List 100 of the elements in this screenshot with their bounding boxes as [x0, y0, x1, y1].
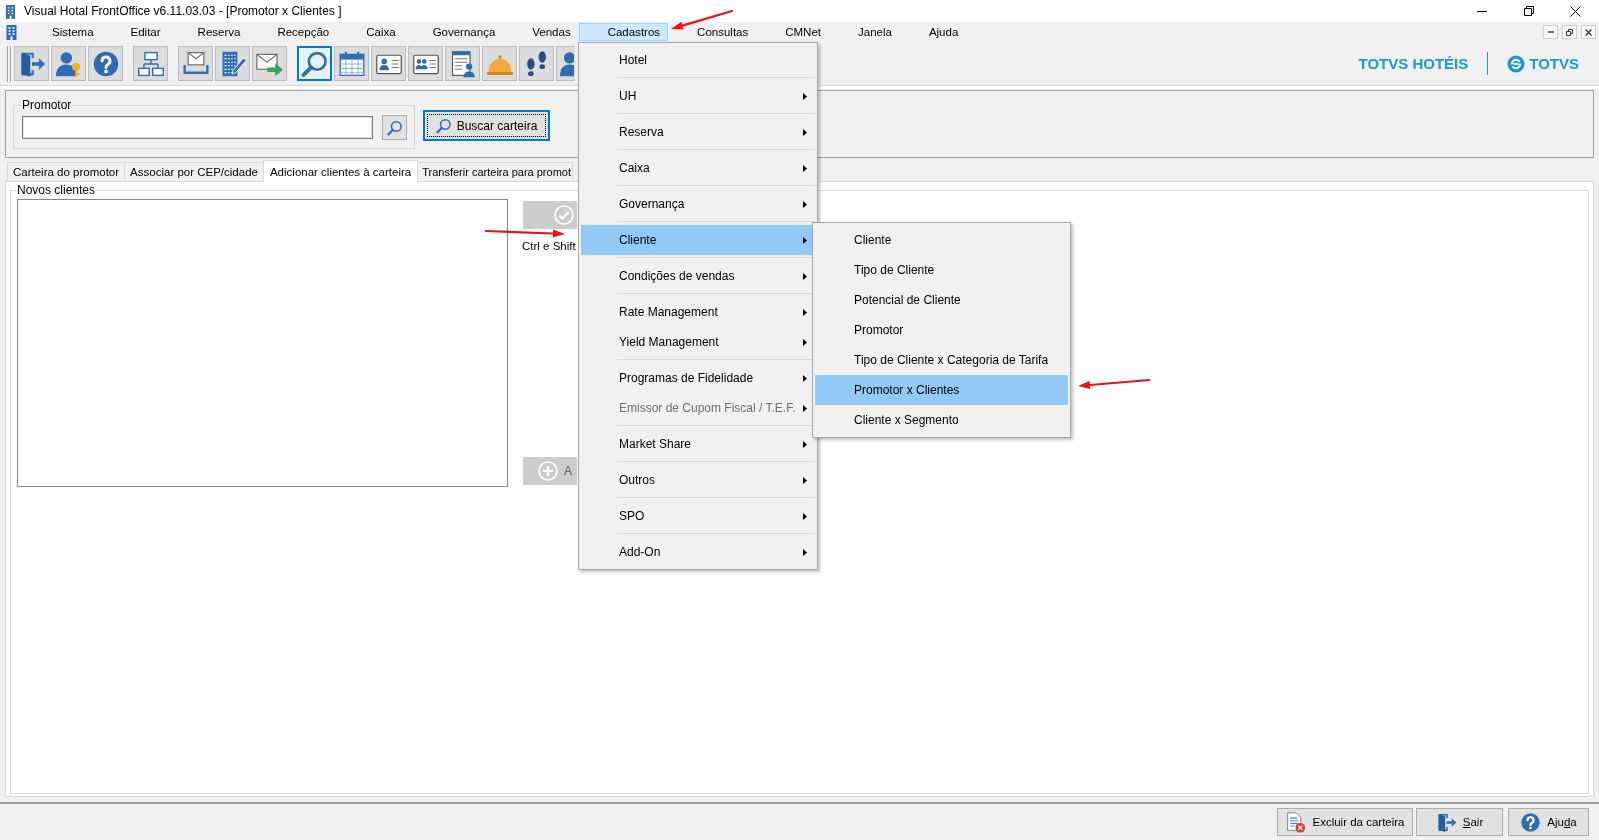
menu-item[interactable]: Rate Management	[581, 297, 815, 327]
submenu-arrow-icon	[803, 272, 807, 280]
brand-name: TOTVS HOTÉIS	[1358, 55, 1469, 72]
toolbar-button[interactable]	[252, 46, 287, 81]
menubar-item[interactable]: Recepção	[248, 23, 338, 41]
child-minimize-button[interactable]	[1543, 25, 1558, 39]
menubar-item[interactable]: Governança	[403, 23, 504, 41]
submenu-arrow-icon	[803, 308, 807, 316]
toolbar-button[interactable]	[215, 46, 250, 81]
close-icon	[1570, 5, 1581, 17]
toolbar-button[interactable]	[178, 46, 213, 81]
submenu-arrow-icon	[803, 374, 807, 382]
submenu-arrow-icon	[803, 476, 807, 484]
menu-item[interactable]: SPO	[581, 501, 815, 531]
help-icon	[91, 49, 120, 78]
tab[interactable]: Adicionar clientes à carteira	[262, 160, 419, 182]
logo-icon	[1507, 54, 1526, 73]
menu-item[interactable]: Cliente x Segmento	[815, 405, 1068, 435]
search-icon	[386, 119, 403, 136]
menu-item[interactable]: Tipo de Cliente x Categoria de Tarifa	[815, 345, 1068, 375]
group-label: Novos clientes	[16, 183, 97, 197]
menubar-item[interactable]: Reserva	[168, 23, 249, 41]
search-button[interactable]	[382, 115, 407, 140]
group-label: Promotor	[21, 98, 73, 112]
menu-item[interactable]: Hotel	[581, 45, 815, 75]
child-close-button[interactable]	[1581, 25, 1596, 39]
menu-item[interactable]: Outros	[581, 465, 815, 495]
restore-icon	[1566, 28, 1573, 36]
calendar-icon	[337, 49, 366, 78]
submenu-arrow-icon	[803, 128, 807, 136]
menu-item[interactable]: Promotor x Clientes	[815, 375, 1068, 405]
submenu-arrow-icon	[803, 548, 807, 556]
menubar-item[interactable]: Vendas	[503, 23, 579, 41]
menubar-item[interactable]: Janela	[829, 23, 900, 41]
menu-item[interactable]: Yield Management	[581, 327, 815, 357]
submenu-arrow-icon	[803, 164, 807, 172]
exit-button[interactable]: Sair	[1416, 808, 1503, 836]
menu-item[interactable]: Governança	[581, 189, 815, 219]
tab[interactable]: Transferir carteira para promot	[417, 162, 573, 181]
menu-item[interactable]: UH	[581, 81, 815, 111]
minimize-icon	[1476, 10, 1487, 12]
submenu-arrow-icon	[803, 200, 807, 208]
plus-circle-icon	[538, 461, 558, 481]
shortcut-hint: Ctrl e Shift	[522, 239, 576, 253]
menubar-item[interactable]: Cadastros	[578, 23, 669, 41]
toolbar-button[interactable]	[556, 46, 575, 81]
help-button[interactable]: Ajuda	[1508, 808, 1589, 836]
submenu-arrow-icon	[803, 92, 807, 100]
toolbar-button[interactable]	[519, 46, 554, 81]
document-delete-icon	[1285, 811, 1307, 833]
user-key-icon	[54, 49, 83, 78]
menubar-item[interactable]: Sistema	[23, 23, 102, 41]
toolbar-button[interactable]	[408, 46, 443, 81]
search-icon	[435, 117, 452, 134]
toolbar-button[interactable]	[133, 46, 168, 81]
person-icon	[560, 49, 574, 78]
menu-item[interactable]: Potencial de Cliente	[815, 285, 1068, 315]
menubar-item[interactable]: Editar	[101, 23, 169, 41]
menu-item[interactable]: Cliente	[581, 225, 815, 255]
promotor-input[interactable]	[22, 116, 374, 139]
flowchart-icon	[136, 49, 165, 78]
menu-item[interactable]: Reserva	[581, 117, 815, 147]
help-icon	[1520, 811, 1542, 833]
menu-item[interactable]: Tipo de Cliente	[815, 255, 1068, 285]
menubar-item[interactable]: Ajuda	[899, 23, 967, 41]
toolbar-button[interactable]	[51, 46, 86, 81]
brand-logo-text: TOTVS	[1529, 55, 1579, 72]
submenu-arrow-icon	[803, 404, 807, 412]
window-title: Visual Hotal FrontOffice v6.11.03.03 - [Promotor x Clientes ]	[24, 4, 342, 18]
child-restore-button[interactable]	[1562, 25, 1577, 39]
menubar-item[interactable]: Consultas	[668, 23, 757, 41]
menu-item[interactable]: Market Share	[581, 429, 815, 459]
building-icon[interactable]	[5, 24, 18, 40]
restore-icon	[1523, 6, 1534, 16]
toolbar-button[interactable]	[14, 46, 49, 81]
delete-button[interactable]: Excluir da carteira	[1277, 808, 1413, 836]
menu-item[interactable]: Cliente	[815, 225, 1068, 255]
submenu-arrow-icon	[803, 512, 807, 520]
menu-item[interactable]: Programas de Fidelidade	[581, 363, 815, 393]
toolbar-button[interactable]	[334, 46, 369, 81]
close-icon	[1585, 28, 1592, 36]
menubar-item[interactable]: Caixa	[337, 23, 404, 41]
toolbar-button[interactable]	[88, 46, 123, 81]
menu-item[interactable]: Caixa	[581, 153, 815, 183]
grip-icon[interactable]	[7, 45, 11, 82]
menu-item[interactable]: Condições de vendas	[581, 261, 815, 291]
toolbar-button[interactable]	[445, 46, 480, 81]
toolbar-button[interactable]	[297, 46, 332, 81]
check-circle-icon	[554, 205, 574, 225]
menu-item[interactable]: Promotor	[815, 315, 1068, 345]
search-wallet-button[interactable]: Buscar carteira	[423, 110, 550, 141]
submenu-arrow-icon	[803, 236, 807, 244]
minimize-icon	[1547, 31, 1554, 33]
tab[interactable]: Associar por CEP/cidade	[124, 162, 264, 181]
tab[interactable]: Carteira do promotor	[7, 162, 126, 181]
menu-item[interactable]: Add-On	[581, 537, 815, 567]
menubar-item[interactable]: CMNet	[756, 23, 829, 41]
submenu-arrow-icon	[803, 440, 807, 448]
submenu-arrow-icon	[803, 338, 807, 346]
toolbar-button[interactable]	[371, 46, 406, 81]
